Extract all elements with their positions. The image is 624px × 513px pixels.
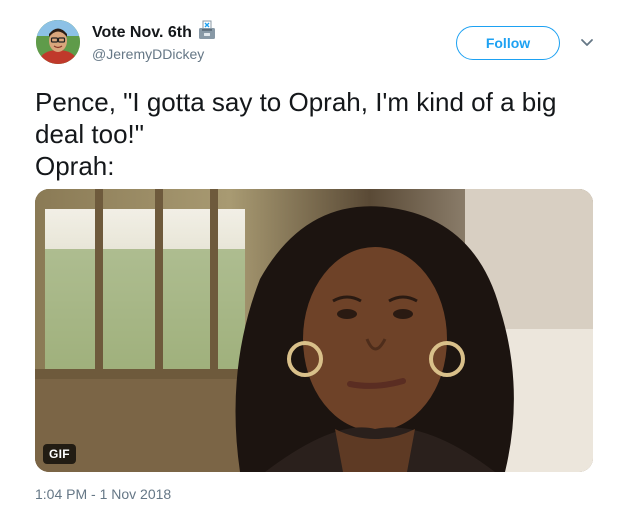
- chevron-down-icon[interactable]: [578, 36, 596, 50]
- gif-badge: GIF: [43, 444, 76, 464]
- tweet-card: Vote Nov. 6th @JeremyDDickey Follow Penc…: [0, 0, 624, 513]
- follow-button[interactable]: Follow: [456, 26, 560, 60]
- gif-frame-image: [35, 189, 593, 472]
- tweet-gif[interactable]: GIF: [35, 189, 593, 472]
- tweet-text-line: Pence, "I gotta say to Oprah, I'm kind o…: [35, 87, 557, 117]
- tweet-text-line: Oprah:: [35, 151, 115, 181]
- author-handle[interactable]: @JeremyDDickey: [92, 46, 204, 62]
- tweet-text: Pence, "I gotta say to Oprah, I'm kind o…: [35, 86, 595, 182]
- tweet-timestamp[interactable]: 1:04 PM - 1 Nov 2018: [35, 486, 171, 502]
- author-avatar[interactable]: [36, 20, 80, 64]
- author-display-name[interactable]: Vote Nov. 6th: [92, 24, 192, 41]
- ballot-box-icon: [198, 20, 216, 45]
- tweet-text-line: deal too!": [35, 119, 144, 149]
- author-name[interactable]: Vote Nov. 6th: [92, 20, 216, 45]
